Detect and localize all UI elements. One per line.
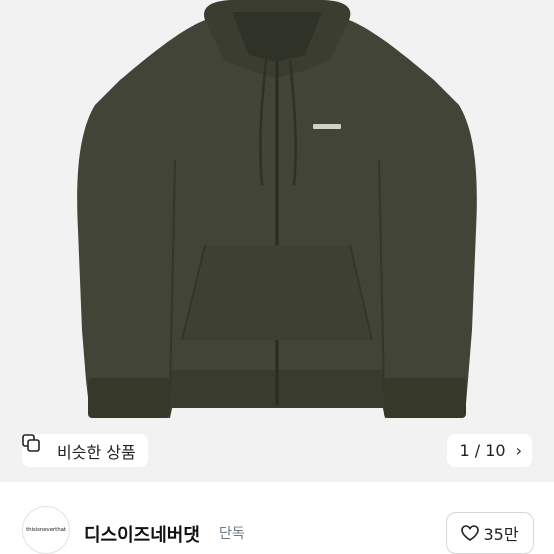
similar-items-button[interactable]: 비슷한 상품 [22,434,148,467]
product-image[interactable]: 비슷한 상품 1 / 10 › [0,0,554,482]
image-counter-button[interactable]: 1 / 10 › [447,434,532,467]
heart-icon [461,525,480,541]
like-count: 35만 [483,525,519,544]
seller-name[interactable]: 디스이즈네버댓 [84,521,200,547]
chevron-right-icon: › [515,441,522,460]
similar-items-icon [22,434,51,460]
exclusive-badge: 단독 [219,526,245,542]
image-counter: 1 / 10 [459,441,506,460]
seller-avatar[interactable]: thisisneverthat [22,506,70,554]
hoodie-illustration [77,0,477,418]
seller-avatar-text: thisisneverthat [26,527,66,533]
like-button[interactable]: 35만 [446,512,534,554]
similar-items-label: 비슷한 상품 [57,442,136,462]
